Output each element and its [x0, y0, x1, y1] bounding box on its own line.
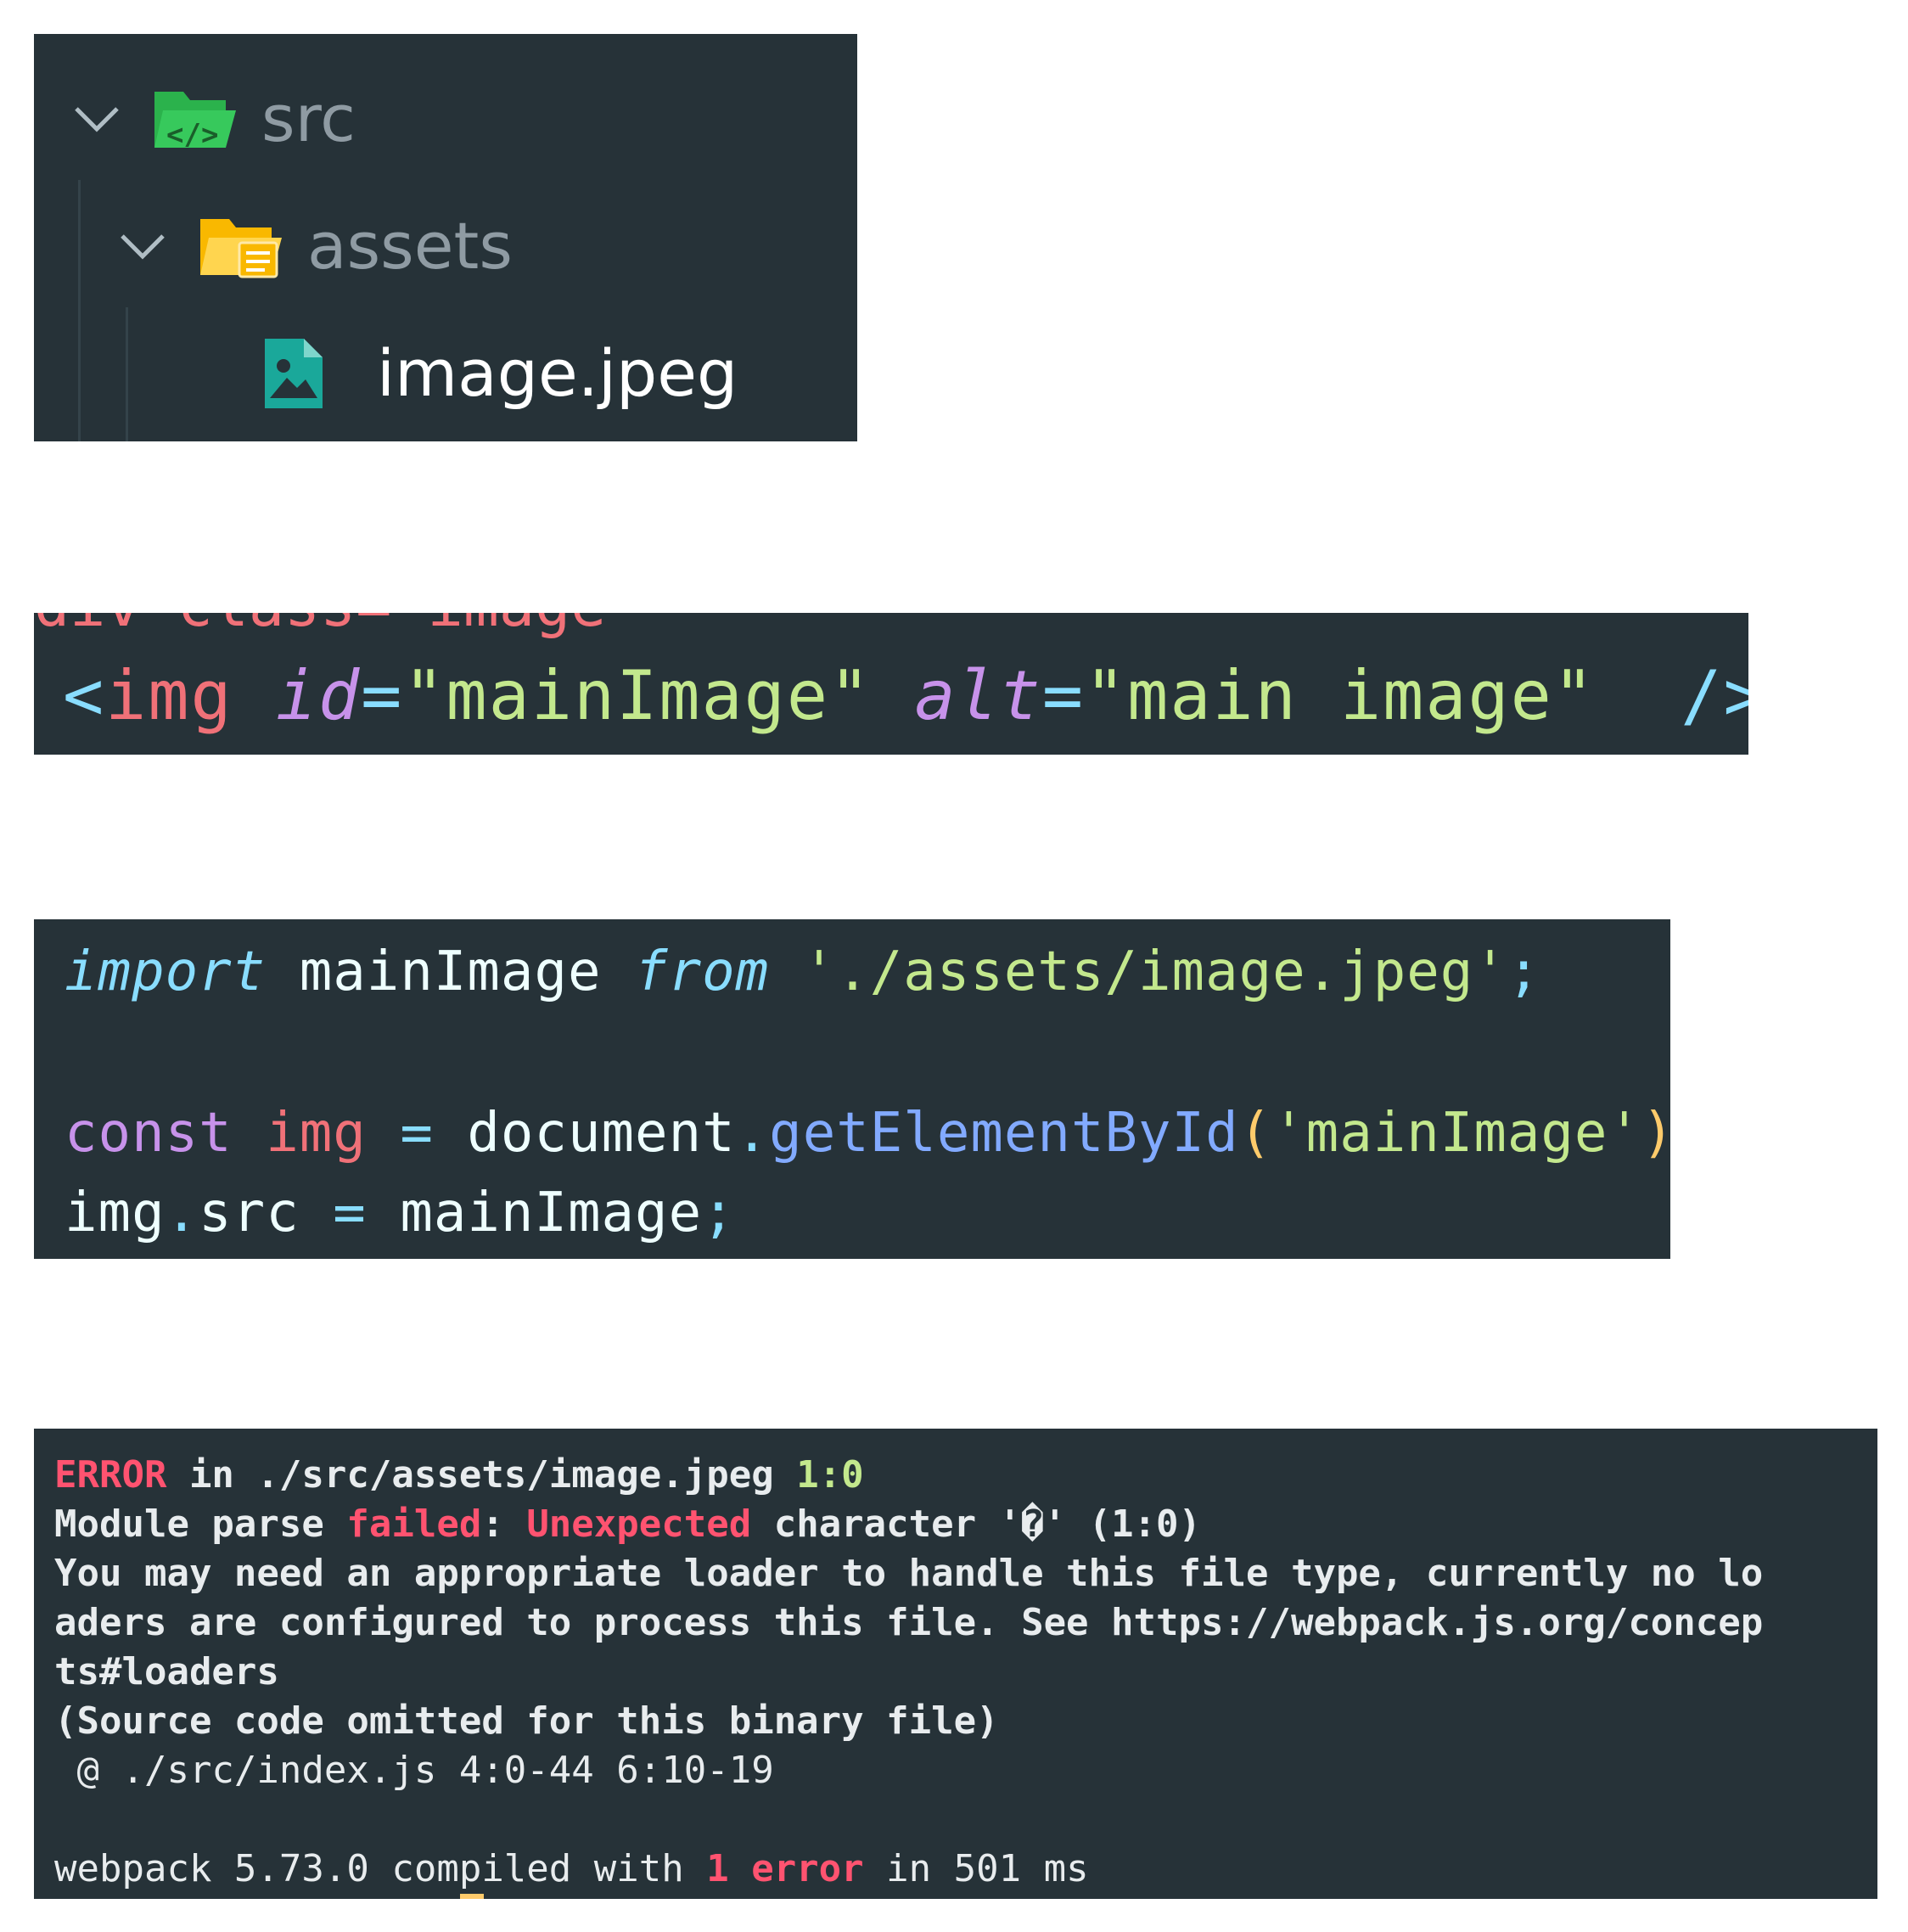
clipped-code-line: div class="image" — [34, 613, 642, 640]
terminal-line: aders are configured to process this fil… — [54, 1601, 1764, 1644]
identifier: document — [467, 1102, 736, 1165]
attr-alt-value: "main image" — [1085, 656, 1596, 735]
tree-indent-guide — [126, 307, 128, 441]
html-code-panel: div class="image" <img id="mainImage" al… — [34, 613, 1748, 755]
tree-item-label: assets — [307, 208, 513, 284]
error-label: ERROR — [54, 1453, 167, 1497]
chevron-down-icon[interactable] — [117, 221, 168, 272]
identifier: mainImage — [400, 1182, 703, 1244]
property-name: src — [199, 1182, 300, 1244]
paren-open: ( — [1238, 1102, 1273, 1165]
terminal-line: Module parse failed: Unexpected characte… — [54, 1502, 1202, 1546]
terminal-output-panel: ERROR in ./src/assets/image.jpeg 1:0 Mod… — [34, 1429, 1877, 1899]
dot: . — [735, 1102, 770, 1165]
operator: = — [333, 1182, 367, 1244]
failed-keyword: failed — [346, 1502, 482, 1546]
terminal-line: ts#loaders — [54, 1650, 279, 1693]
terminal-line: You may need an appropriate loader to ha… — [54, 1552, 1764, 1595]
method-name: getElementById — [769, 1102, 1239, 1165]
image-file-icon — [261, 335, 326, 412]
error-position: 1:0 — [796, 1453, 864, 1497]
attr-equals: = — [1041, 656, 1085, 735]
dot: . — [165, 1182, 199, 1244]
semicolon: ; — [702, 1182, 736, 1244]
chevron-down-icon[interactable] — [71, 93, 122, 144]
file-explorer-panel: </> src assets image.jpeg — [34, 34, 857, 441]
identifier: img — [65, 1182, 166, 1244]
keyword-from: from — [635, 941, 770, 1003]
tree-item-label: image.jpeg — [377, 335, 738, 411]
error-count: 1 error — [706, 1847, 864, 1890]
tree-item-src[interactable]: </> src — [71, 76, 356, 161]
unexpected-keyword: Unexpected — [526, 1502, 752, 1546]
terminal-line: @ ./src/index.js 4:0-44 6:10-19 — [54, 1749, 774, 1792]
tag-self-close: /> — [1681, 656, 1748, 735]
string-literal: 'mainImage' — [1272, 1102, 1641, 1165]
terminal-line: ERROR in ./src/assets/image.jpeg 1:0 — [54, 1453, 864, 1497]
terminal-line: (Source code omitted for this binary fil… — [54, 1699, 999, 1743]
string-literal: './assets/image.jpeg' — [802, 941, 1507, 1003]
tag-open-bracket: < — [63, 656, 106, 735]
img-tag-line[interactable]: <img id="mainImage" alt="main image" /> — [63, 654, 1748, 739]
assets-folder-icon — [197, 211, 285, 282]
source-folder-icon: </> — [151, 83, 239, 154]
terminal-cursor — [460, 1894, 484, 1899]
attr-alt: alt — [914, 656, 1042, 735]
js-code-panel: import mainImage from './assets/image.jp… — [34, 919, 1670, 1259]
code-line-import[interactable]: import mainImage from './assets/image.jp… — [65, 938, 1540, 1006]
keyword-import: import — [65, 941, 267, 1003]
variable-name: img — [266, 1102, 367, 1165]
tree-indent-guide — [78, 180, 81, 441]
identifier: mainImage — [299, 941, 602, 1003]
attr-id: id — [275, 656, 362, 735]
tree-item-label: src — [261, 81, 356, 156]
tree-item-assets[interactable]: assets — [117, 204, 513, 289]
tree-item-image-jpeg[interactable]: image.jpeg — [261, 331, 738, 416]
operator: = — [400, 1102, 434, 1165]
attr-id-value: "mainImage" — [403, 656, 873, 735]
paren-close: ) — [1641, 1102, 1670, 1165]
semicolon: ; — [1507, 941, 1541, 1003]
terminal-line: webpack 5.73.0 compiled with 1 error in … — [54, 1847, 1089, 1890]
tag-name: img — [105, 656, 233, 735]
keyword-const: const — [65, 1102, 233, 1165]
svg-text:</>: </> — [166, 118, 218, 152]
attr-equals: = — [361, 656, 404, 735]
code-line-assign[interactable]: img.src = mainImage; — [65, 1179, 736, 1247]
code-line-const[interactable]: const img = document.getElementById('mai… — [65, 1099, 1670, 1167]
